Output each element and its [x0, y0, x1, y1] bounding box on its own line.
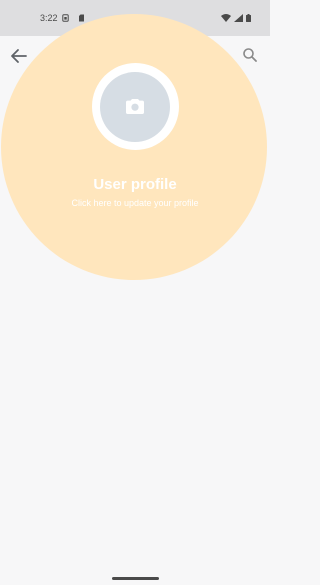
battery-icon	[246, 14, 251, 22]
nav-gesture-handle[interactable]	[112, 577, 159, 580]
signal-icon	[234, 14, 243, 22]
status-time: 3:22	[40, 13, 58, 23]
profile-subtitle[interactable]: Click here to update your profile	[0, 198, 270, 208]
sim-icon	[62, 14, 69, 22]
battery-saver-icon	[79, 14, 84, 22]
arrow-left-icon	[11, 49, 27, 63]
search-icon	[243, 48, 257, 62]
camera-icon	[126, 99, 144, 114]
search-button[interactable]	[240, 45, 260, 65]
back-button[interactable]	[8, 46, 30, 66]
wifi-icon	[221, 14, 231, 22]
profile-title: User profile	[93, 176, 177, 193]
